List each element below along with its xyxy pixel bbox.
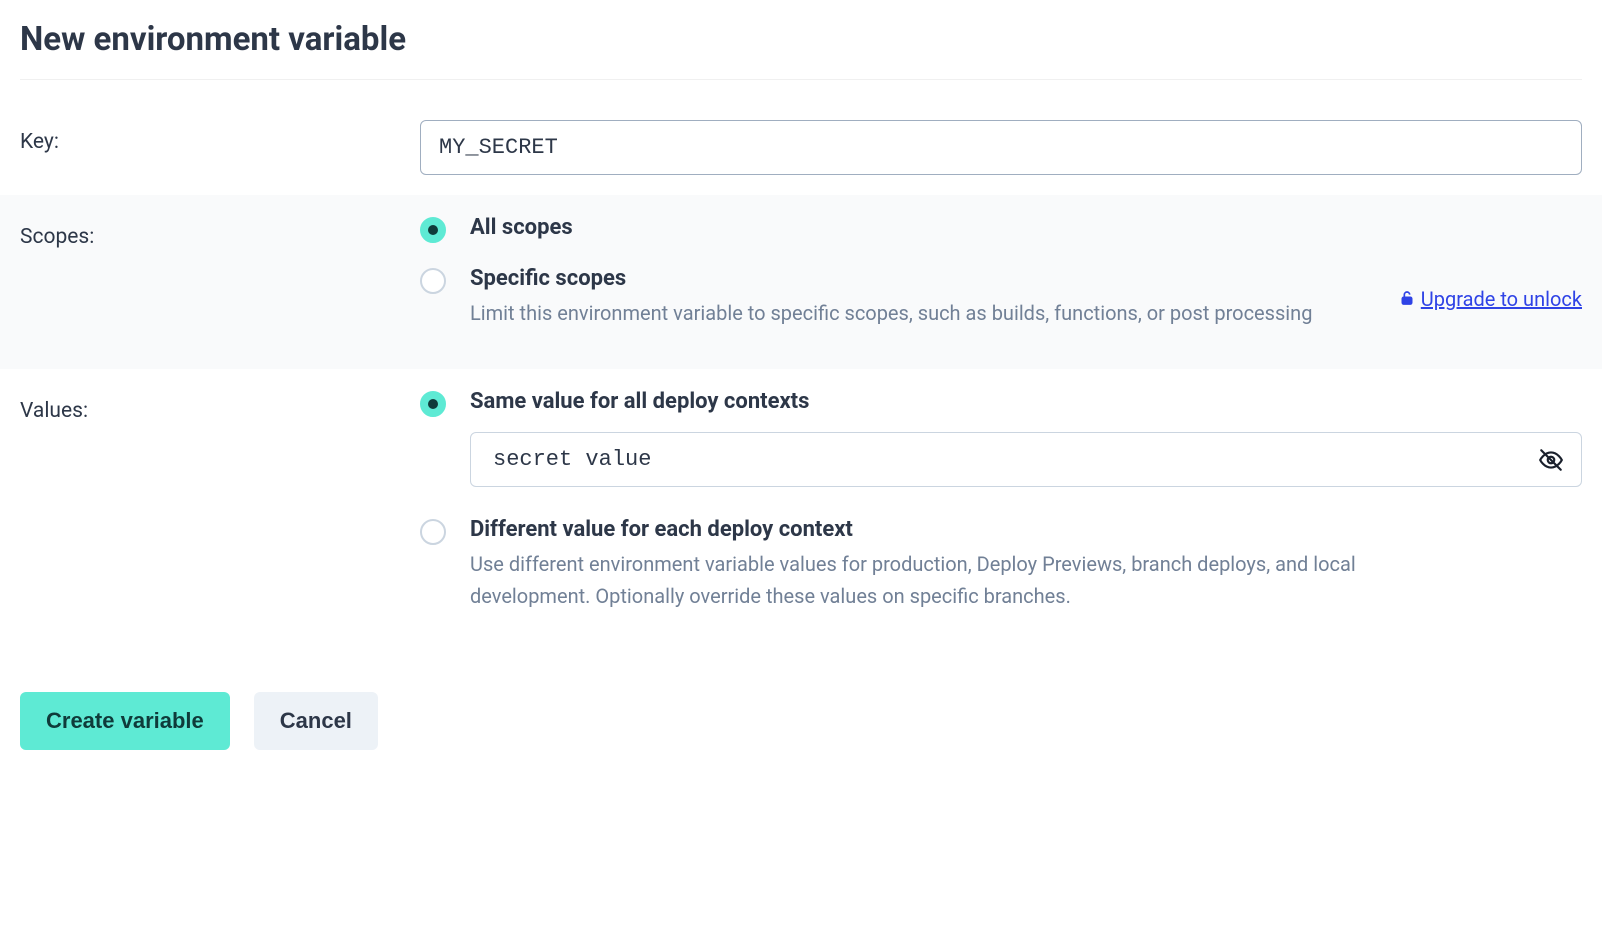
visibility-toggle[interactable] bbox=[1538, 447, 1564, 473]
value-different-radio[interactable] bbox=[420, 519, 446, 545]
value-different-description: Use different environment variable value… bbox=[470, 548, 1410, 612]
key-label: Key: bbox=[20, 120, 420, 175]
values-label: Values: bbox=[20, 389, 420, 612]
radio-dot bbox=[428, 399, 438, 409]
values-row: Values: Same value for all deploy contex… bbox=[20, 369, 1582, 632]
value-same-radio[interactable] bbox=[420, 391, 446, 417]
radio-dot bbox=[428, 225, 438, 235]
scopes-control: All scopes Specific scopes Limit this en… bbox=[420, 215, 1582, 349]
scope-specific-radio[interactable] bbox=[420, 268, 446, 294]
upgrade-link[interactable]: Upgrade to unlock bbox=[1399, 287, 1582, 311]
value-same-content: Same value for all deploy contexts bbox=[470, 389, 1582, 517]
scope-all-radio[interactable] bbox=[420, 217, 446, 243]
scope-all-label: All scopes bbox=[470, 215, 1582, 240]
value-input-wrapper bbox=[470, 432, 1582, 487]
value-different-label: Different value for each deploy context bbox=[470, 517, 1582, 542]
create-variable-button[interactable]: Create variable bbox=[20, 692, 230, 750]
scope-all-option[interactable]: All scopes bbox=[420, 215, 1582, 246]
scopes-row: Scopes: All scopes Specific scopes Limit… bbox=[0, 195, 1602, 369]
cancel-button[interactable]: Cancel bbox=[254, 692, 378, 750]
key-control bbox=[420, 120, 1582, 175]
form-container: New environment variable Key: Scopes: Al… bbox=[0, 0, 1602, 770]
eye-off-icon bbox=[1538, 447, 1564, 473]
value-different-content: Different value for each deploy context … bbox=[470, 517, 1582, 612]
button-row: Create variable Cancel bbox=[20, 692, 1582, 750]
scope-specific-description: Limit this environment variable to speci… bbox=[470, 297, 1410, 329]
key-input[interactable] bbox=[420, 120, 1582, 175]
scopes-label: Scopes: bbox=[20, 215, 420, 349]
key-row: Key: bbox=[20, 100, 1582, 195]
page-title: New environment variable bbox=[20, 20, 1582, 80]
lock-icon bbox=[1399, 287, 1415, 311]
values-control: Same value for all deploy contexts bbox=[420, 389, 1582, 612]
value-same-label: Same value for all deploy contexts bbox=[470, 389, 1582, 414]
value-input[interactable] bbox=[470, 432, 1582, 487]
scope-all-content: All scopes bbox=[470, 215, 1582, 246]
upgrade-link-text: Upgrade to unlock bbox=[1421, 287, 1582, 311]
value-different-option[interactable]: Different value for each deploy context … bbox=[420, 517, 1582, 612]
value-same-option[interactable]: Same value for all deploy contexts bbox=[420, 389, 1582, 517]
